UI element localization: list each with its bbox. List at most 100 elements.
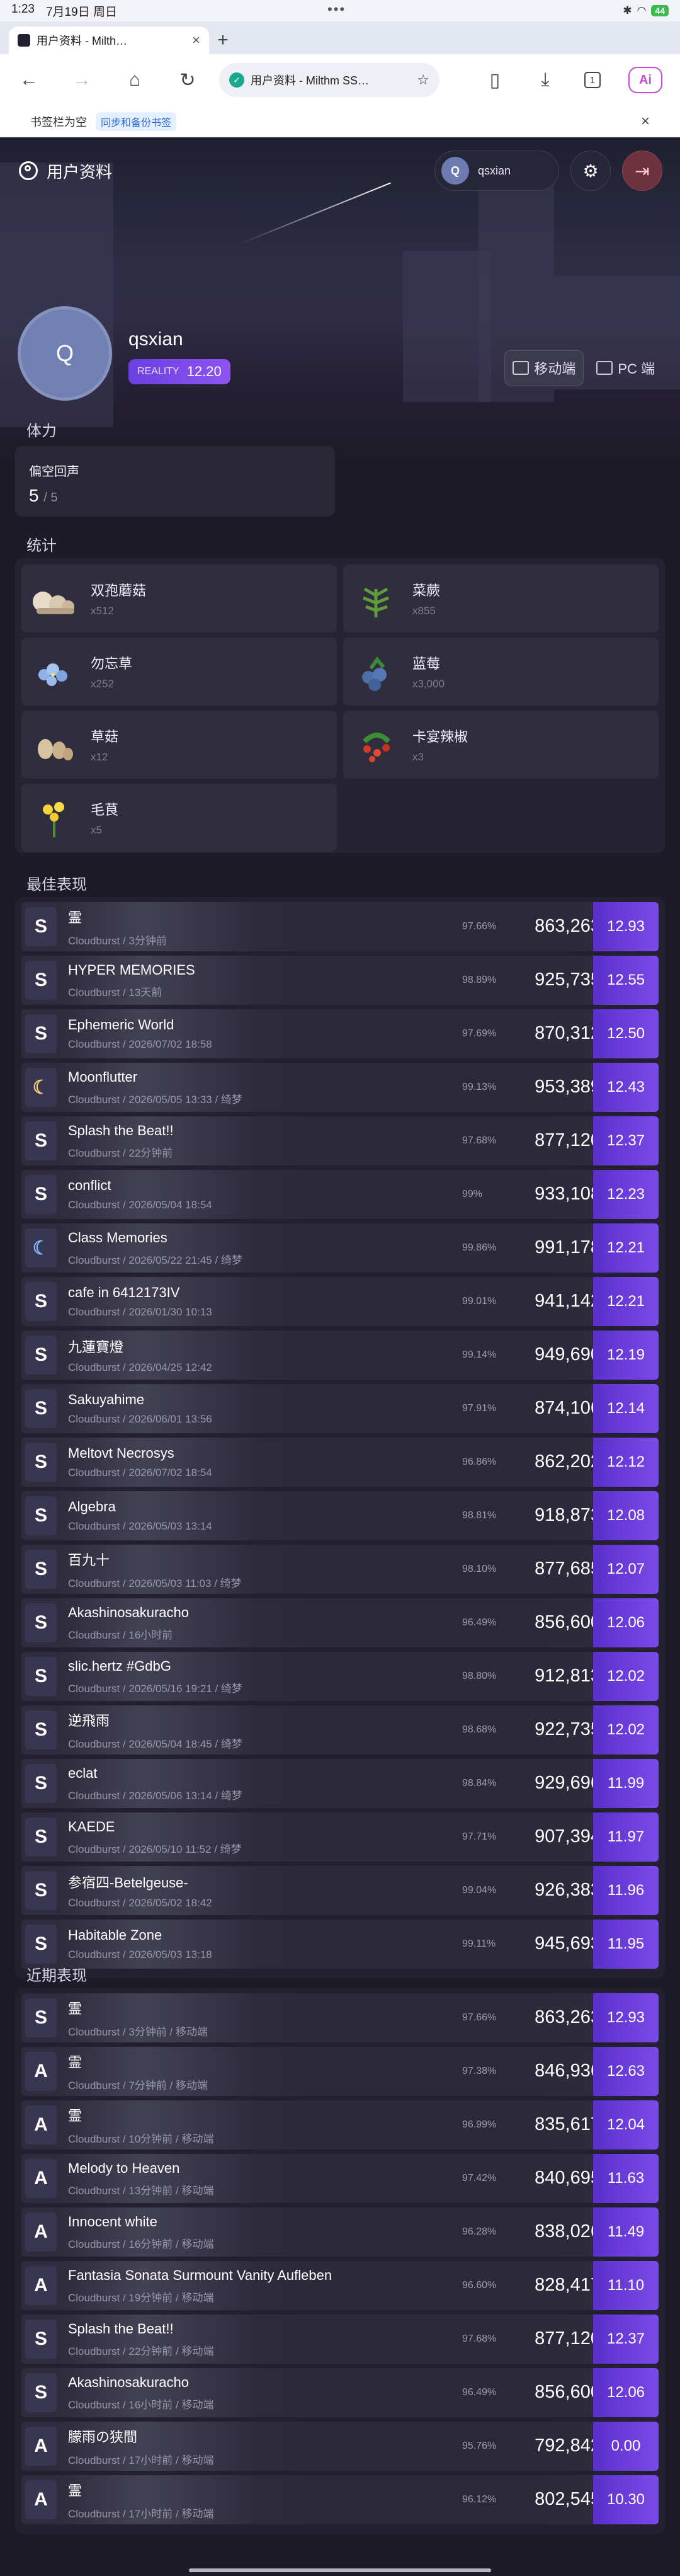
rating-badge: 12.63 (593, 2047, 659, 2096)
accuracy: 97.68% (462, 1135, 497, 1146)
song-title: Splash the Beat!! (68, 2320, 174, 2337)
song-meta: Cloudburst / 2026/06/01 13:56 (68, 1413, 212, 1425)
accuracy: 95.76% (462, 2441, 497, 2451)
score-row[interactable]: Scafe in 6412173IV Cloudburst / 2026/01/3… (21, 1277, 659, 1326)
score-row[interactable]: S HYPER MEMORIES Cloudburst / 13天前 98.89% 92… (21, 956, 659, 1005)
score-row[interactable]: S Ephemeric World Cloudburst / 2026/07/02 … (21, 1009, 659, 1058)
song-title: 参宿四-Betelgeuse- (68, 1875, 188, 1891)
song-title: 逆飛雨 (68, 1712, 110, 1729)
score-row[interactable]: ☾ Class Memories Cloudburst / 2026/05/22 2… (21, 1223, 659, 1273)
tab-count-button[interactable]: 1 (584, 72, 601, 88)
stat-item: 草菇 x12 (21, 711, 337, 779)
score-row[interactable]: A 霊 Cloudburst / 17小时前 / 移动端 96.12% 802,545 1… (21, 2475, 659, 2524)
song-meta: Cloudburst / 2026/07/02 18:58 (68, 1038, 212, 1050)
rank-letter: S (34, 2007, 47, 2028)
accuracy: 99.01% (462, 1296, 497, 1307)
bookmark-star-icon[interactable]: ☆ (417, 72, 429, 88)
new-tab-button[interactable]: + (209, 26, 237, 54)
score-row[interactable]: A 霊 Cloudburst / 7分钟前 / 移动端 97.38% 846,936 12… (21, 2047, 659, 2096)
accuracy: 98.81% (462, 1510, 497, 1521)
rank-s-icon: S (25, 1550, 57, 1589)
rank-letter: A (34, 2489, 48, 2510)
score-row[interactable]: A Melody to Heaven Cloudburst / 13分钟前 / 移动… (21, 2154, 659, 2203)
logout-button[interactable]: ⇥ (622, 151, 662, 191)
score-row[interactable]: S 参宿四-Betelgeuse- Cloudburst / 2026/05/02 … (21, 1866, 659, 1915)
song-meta: Cloudburst / 16小时前 / 移动端 (68, 2398, 214, 2411)
rank-a-icon: A (25, 2480, 57, 2519)
score-row[interactable]: S Splash the Beat!! Cloudburst / 22分钟前 / 移… (21, 2315, 659, 2364)
score-row[interactable]: S KAEDE Cloudburst / 2026/05/10 11:52 / 绮梦… (21, 1812, 659, 1862)
score-row[interactable]: S 九蓮寶燈 Cloudburst / 2026/04/25 12:42 99.14%… (21, 1331, 659, 1380)
rank-s-icon: S (25, 1871, 57, 1910)
score: 840,695 (535, 2168, 601, 2188)
score-row[interactable]: ☾ Moonflutter Cloudburst / 2026/05/05 13:3… (21, 1063, 659, 1112)
score-row[interactable]: S Akashinosakuracho Cloudburst / 16小时前 / 移… (21, 2368, 659, 2417)
score-row[interactable]: A 霊 Cloudburst / 10分钟前 / 移动端 96.99% 835,617 1… (21, 2100, 659, 2150)
score-row[interactable]: S 霊 Cloudburst / 3分钟前 97.66% 863,263 12.93 (21, 902, 659, 951)
rank-a-icon: A (25, 2052, 57, 2091)
score-row[interactable]: Sconflict Cloudburst / 2026/05/04 18:54 99… (21, 1170, 659, 1219)
download-icon[interactable]: ⤓ (534, 69, 557, 91)
song-title: 霊 (68, 2482, 82, 2499)
reload-icon[interactable]: ↻ (176, 69, 199, 91)
wifi-icon: ◠ (637, 4, 647, 16)
stat-item-name: 蓝莓 (412, 656, 441, 672)
stats-heading: 统计 (26, 537, 57, 554)
close-bookmarks-bar-icon[interactable]: × (641, 113, 650, 130)
score: 792,842 (535, 2436, 601, 2456)
accuracy: 98.84% (462, 1778, 497, 1789)
song-title: Habitable Zone (68, 1927, 162, 1943)
sync-bookmarks-link[interactable]: 同步和备份书签 (96, 112, 177, 131)
tab-mobile[interactable]: 移动端 (504, 350, 584, 386)
score-row[interactable]: A 朦雨の狭間 Cloudburst / 17小时前 / 移动端 95.76% 792,… (21, 2422, 659, 2471)
user-menu-button[interactable]: Q qsxian (434, 151, 559, 191)
top-nav: 用户资料 Q qsxian ⚙ ⇥ (19, 149, 662, 193)
rating-badge: 12.07 (593, 1545, 659, 1594)
rank-s-icon: S (25, 1764, 57, 1803)
tab-pc[interactable]: PC 端 (589, 350, 662, 386)
rating-badge: 11.99 (593, 1759, 659, 1808)
score-row[interactable]: A Fantasia Sonata Surmount Vanity Auflebe… (21, 2261, 659, 2310)
site-favicon-icon (18, 34, 30, 47)
rank-s-icon: S (25, 961, 57, 1000)
score: 925,735 (535, 970, 601, 990)
score: 856,600 (535, 2382, 601, 2402)
song-title: Ephemeric World (68, 1017, 174, 1033)
rank-s-icon: S (25, 1175, 57, 1214)
browser-tab[interactable]: 用户资料 - Milth… × (9, 26, 209, 54)
tab-title: 用户资料 - Milth… (37, 35, 127, 47)
rank-letter: S (34, 1291, 47, 1312)
song-meta: Cloudburst / 22分钟前 (68, 1147, 173, 1159)
score-row[interactable]: S Splash the Beat!! Cloudburst / 22分钟前 97.6… (21, 1116, 659, 1165)
bookmarks-icon[interactable]: ▯ (484, 69, 506, 91)
settings-button[interactable]: ⚙ (570, 151, 611, 191)
score-row[interactable]: Seclat Cloudburst / 2026/05/06 13:14 / 绮梦… (21, 1759, 659, 1808)
forward-icon[interactable]: → (71, 69, 93, 91)
score-row[interactable]: S 霊 Cloudburst / 3分钟前 / 移动端 97.66% 863,263 12… (21, 1993, 659, 2042)
score-row[interactable]: S 百九十 Cloudburst / 2026/05/03 11:03 / 绮梦 98… (21, 1545, 659, 1594)
score: 912,813 (535, 1666, 601, 1686)
best-heading: 最佳表现 (26, 876, 87, 893)
score-row[interactable]: S Akashinosakuracho Cloudburst / 16小时前 96.4… (21, 1598, 659, 1647)
song-title: Algebra (68, 1499, 116, 1514)
rating-badge: 12.04 (593, 2100, 659, 2150)
score-row[interactable]: S Habitable Zone Cloudburst / 2026/05/03 1… (21, 1920, 659, 1969)
home-icon[interactable]: ⌂ (123, 69, 146, 91)
rank-letter: A (34, 2221, 48, 2242)
score-row[interactable]: S 逆飛雨 Cloudburst / 2026/05/04 18:45 / 绮梦 98… (21, 1705, 659, 1755)
rank-a-icon: A (25, 2427, 57, 2466)
back-icon[interactable]: ← (18, 69, 40, 91)
song-title: Akashinosakuracho (68, 2374, 190, 2390)
accuracy: 96.49% (462, 2387, 497, 2398)
score-row[interactable]: S Algebra Cloudburst / 2026/05/03 13:14 98.… (21, 1491, 659, 1540)
score-row[interactable]: S Sakuyahime Cloudburst / 2026/06/01 13:56… (21, 1384, 659, 1433)
forgetmenot-icon (38, 663, 67, 686)
ai-button[interactable]: Ai (628, 67, 662, 93)
score-row[interactable]: Sslic.hertz #GdbG Cloudburst / 2026/05/16… (21, 1652, 659, 1701)
score-row[interactable]: A Innocent white Cloudburst / 16分钟前 / 移动端 9… (21, 2207, 659, 2257)
close-tab-icon[interactable]: × (192, 32, 200, 49)
address-bar[interactable]: ✓ 用户资料 - Milthm SS… ☆ (219, 63, 439, 97)
accuracy: 96.99% (462, 2119, 497, 2130)
song-title: 九蓮寶燈 (68, 1339, 124, 1355)
score-row[interactable]: S Meltovt Necrosys Cloudburst / 2026/07/02… (21, 1438, 659, 1487)
